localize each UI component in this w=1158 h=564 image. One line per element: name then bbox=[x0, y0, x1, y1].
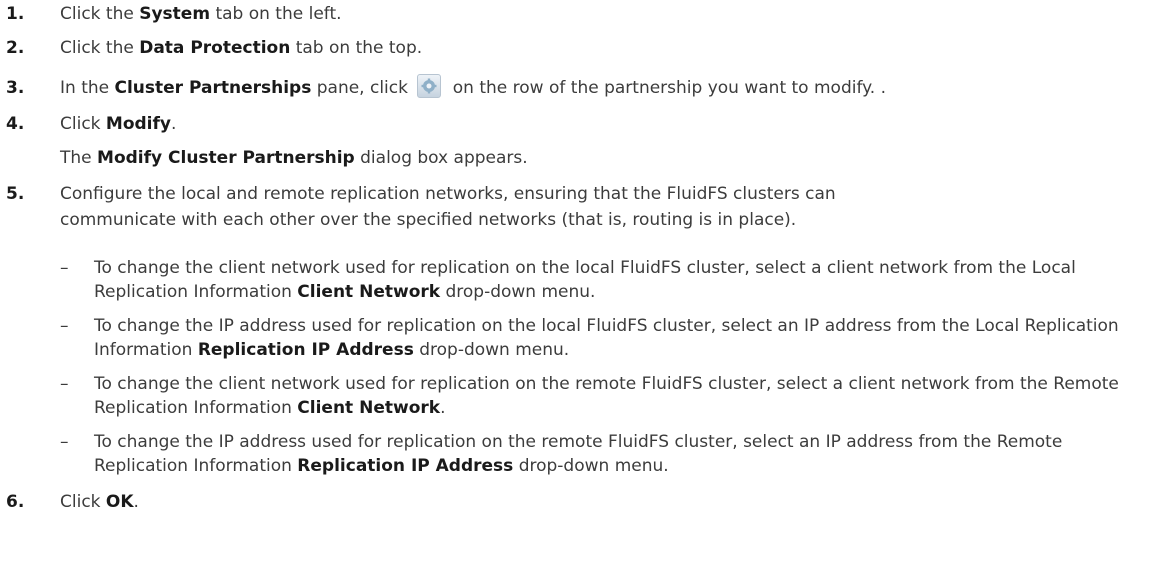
step-text: Click the Data Protection tab on the top… bbox=[60, 36, 422, 60]
ui-term-replication-ip-address: Replication IP Address bbox=[197, 340, 414, 360]
ui-term-modify-cluster-partnership: Modify Cluster Partnership bbox=[97, 148, 355, 168]
sub-text-pre: To change the client network used for re… bbox=[94, 374, 1119, 418]
dash-bullet: – bbox=[60, 432, 69, 452]
step-text-post: tab on the top. bbox=[290, 38, 423, 58]
dash-bullet: – bbox=[60, 316, 69, 336]
sub-item-text: To change the IP address used for replic… bbox=[94, 430, 1154, 478]
step-4-result: The Modify Cluster Partnership dialog bo… bbox=[60, 146, 528, 170]
ui-term-data-protection: Data Protection bbox=[139, 38, 291, 58]
sub-text-post: drop-down menu. bbox=[513, 456, 669, 476]
ui-term-client-network: Client Network bbox=[297, 398, 441, 418]
step-number: 1. bbox=[6, 4, 25, 24]
ui-term-system: System bbox=[139, 4, 211, 24]
sub-text-post: drop-down menu. bbox=[440, 282, 596, 302]
procedure-document: 1. Click the System tab on the left. 2. … bbox=[0, 0, 1158, 564]
step-text-pre: Click bbox=[60, 492, 106, 512]
sub-item-text: To change the client network used for re… bbox=[94, 372, 1154, 420]
ui-term-ok: OK bbox=[105, 492, 134, 512]
dash-bullet: – bbox=[60, 374, 69, 394]
step-text-line-1: Configure the local and remote replicati… bbox=[60, 184, 836, 204]
step-text-pre: Click the bbox=[60, 38, 140, 58]
step-number: 5. bbox=[6, 184, 25, 204]
sub-text-post: . bbox=[440, 398, 446, 418]
ui-term-cluster-partnerships: Cluster Partnerships bbox=[114, 78, 312, 98]
step-text-post: on the row of the partnership you want t… bbox=[447, 78, 886, 98]
sub-item-text: To change the client network used for re… bbox=[94, 256, 1154, 304]
step-text: Click the System tab on the left. bbox=[60, 2, 342, 26]
step-number: 6. bbox=[6, 492, 25, 512]
dash-bullet: – bbox=[60, 258, 69, 278]
ui-term-client-network: Client Network bbox=[297, 282, 441, 302]
ui-term-replication-ip-address: Replication IP Address bbox=[297, 456, 514, 476]
gear-icon bbox=[417, 74, 442, 98]
ui-term-modify: Modify bbox=[105, 114, 171, 134]
step-text-mid: pane, click bbox=[311, 78, 414, 98]
step-text: Click Modify. bbox=[60, 112, 176, 136]
step-number: 3. bbox=[6, 78, 25, 98]
sub-text-post: drop-down menu. bbox=[413, 340, 570, 360]
step-text: Click OK. bbox=[60, 490, 139, 514]
step-5-line-2: communicate with each other over the spe… bbox=[60, 210, 797, 230]
note-text-pre: The bbox=[60, 148, 98, 168]
step-text-pre: In the bbox=[60, 78, 115, 98]
step-number: 2. bbox=[6, 38, 25, 58]
step-text-pre: Click the bbox=[60, 4, 140, 24]
step-text-post: . bbox=[171, 114, 177, 134]
step-text-pre: Click bbox=[60, 114, 106, 134]
note-text-post: dialog box appears. bbox=[354, 148, 528, 168]
step-text: In the Cluster Partnerships pane, click … bbox=[60, 74, 886, 100]
step-text-post: . bbox=[133, 492, 139, 512]
step-number: 4. bbox=[6, 114, 25, 134]
step-text-post: tab on the left. bbox=[210, 4, 342, 24]
sub-item-text: To change the IP address used for replic… bbox=[94, 314, 1154, 362]
